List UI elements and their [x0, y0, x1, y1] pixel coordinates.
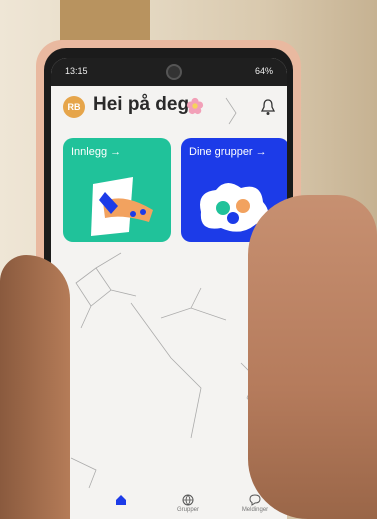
bell-icon[interactable]	[261, 98, 275, 116]
globe-icon	[182, 494, 194, 506]
nav-home[interactable]	[91, 494, 151, 507]
flower-icon	[186, 97, 204, 115]
status-bar: 13:15 64%	[51, 58, 287, 86]
home-icon	[116, 495, 126, 505]
posts-card-label: Innlegg →	[71, 146, 122, 158]
front-camera	[166, 64, 182, 80]
chat-icon	[249, 494, 261, 506]
right-hand	[248, 195, 377, 519]
nav-groups-label: Grupper	[176, 507, 199, 513]
bottom-nav: Grupper Meldinger	[51, 494, 287, 519]
nav-groups[interactable]: Grupper	[158, 494, 218, 513]
avatar[interactable]: RB	[63, 96, 85, 118]
posts-card[interactable]: Innlegg →	[63, 138, 171, 242]
page-title: Hei på deg	[93, 94, 190, 115]
status-time: 13:15	[65, 66, 88, 76]
nav-messages-label: Meldinger	[241, 507, 269, 513]
groups-card-label: Dine grupper →	[189, 146, 267, 158]
left-hand	[0, 255, 70, 519]
status-battery: 64%	[254, 66, 273, 76]
writing-illustration	[91, 177, 153, 236]
